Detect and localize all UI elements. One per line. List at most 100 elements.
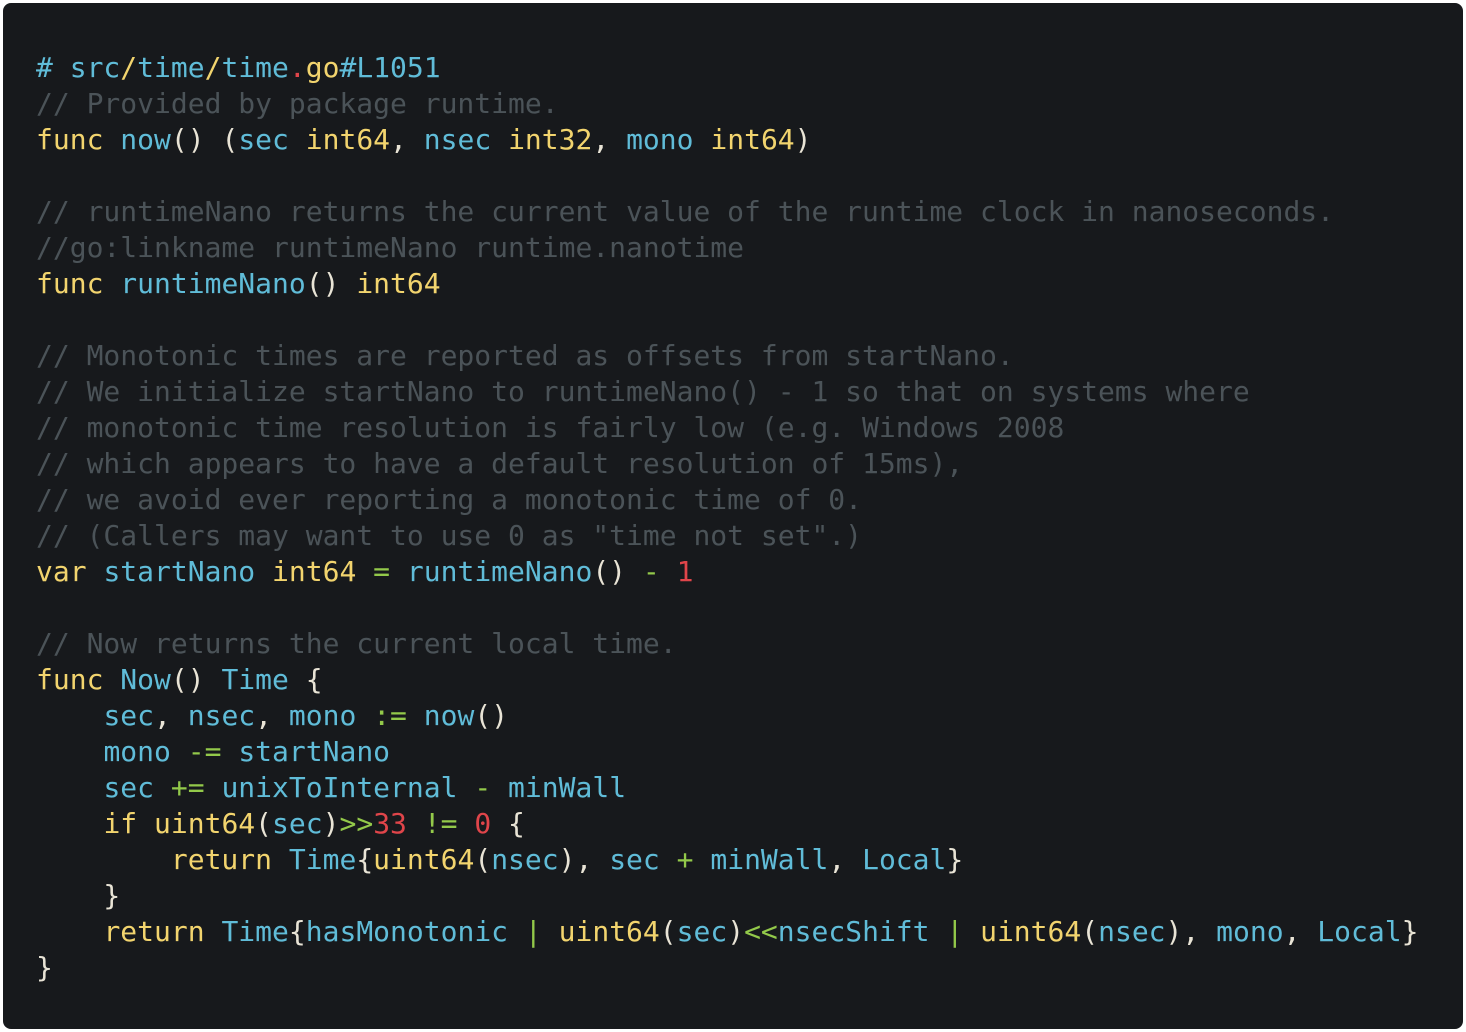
code-token-punct xyxy=(694,123,711,156)
code-token-ident: startNano xyxy=(238,735,391,768)
code-line: // which appears to have a default resol… xyxy=(36,446,1418,482)
code-line: } xyxy=(36,878,1418,914)
code-token-punct xyxy=(491,123,508,156)
code-token-punct xyxy=(221,735,238,768)
code-token-punct: } xyxy=(36,951,53,984)
code-token-keyword: func xyxy=(36,267,121,300)
code-token-punct xyxy=(205,771,222,804)
code-token-punct xyxy=(660,555,677,588)
code-token-punct xyxy=(542,915,559,948)
code-token-punct xyxy=(36,807,103,840)
code-token-type: uint64 xyxy=(154,807,256,840)
code-token-number: 1 xyxy=(676,555,694,588)
code-token-type: int64 xyxy=(305,123,391,156)
code-token-punct: , xyxy=(154,699,188,732)
code-token-ident: Local xyxy=(862,843,947,876)
code-token-punct xyxy=(255,555,272,588)
code-token-punct: ( xyxy=(1081,915,1099,948)
code-token-punct: () xyxy=(305,267,357,300)
code-token-ident: #L1051 xyxy=(339,51,441,84)
code-line: # src/time/time.go#L1051 xyxy=(36,50,1418,86)
code-line: return Time{uint64(nsec), sec + minWall,… xyxy=(36,842,1418,878)
code-token-punct: , xyxy=(390,123,424,156)
code-token-operator: := xyxy=(373,699,407,732)
code-line: //go:linkname runtimeNano runtime.nanoti… xyxy=(36,230,1418,266)
code-token-operator: | xyxy=(946,915,964,948)
code-token-ident: mono xyxy=(626,123,694,156)
code-token-punct: } xyxy=(946,843,964,876)
code-token-ident: sec xyxy=(676,915,728,948)
code-token-punct: () xyxy=(474,699,509,732)
code-token-punct xyxy=(356,555,373,588)
code-line: if uint64(sec)>>33 != 0 { xyxy=(36,806,1418,842)
code-token-punct xyxy=(407,807,424,840)
code-token-ident: runtimeNano xyxy=(406,555,593,588)
code-token-ident: now xyxy=(423,699,475,732)
code-line: // monotonic time resolution is fairly l… xyxy=(36,410,1418,446)
code-line: // Provided by package runtime. xyxy=(36,86,1418,122)
code-token-punct xyxy=(36,735,103,768)
code-line: } xyxy=(36,950,1418,986)
code-token-hash: # xyxy=(36,51,70,84)
code-token-comment: // runtimeNano returns the current value… xyxy=(36,195,1335,228)
code-token-comment: // Monotonic times are reported as offse… xyxy=(36,339,1014,372)
code-line: // Now returns the current local time. xyxy=(36,626,1418,662)
code-token-ident: mono xyxy=(103,735,171,768)
code-token-keyword: if xyxy=(103,807,155,840)
code-token-operator: << xyxy=(744,915,778,948)
code-token-keyword: var xyxy=(36,555,104,588)
code-token-ident: nsec xyxy=(1098,915,1166,948)
code-token-punct xyxy=(660,843,677,876)
code-token-punct: ), xyxy=(1165,915,1217,948)
code-token-dot: . xyxy=(288,51,306,84)
code-line: // we avoid ever reporting a monotonic t… xyxy=(36,482,1418,518)
code-token-punct xyxy=(457,807,474,840)
code-line: // (Callers may want to use 0 as "time n… xyxy=(36,518,1418,554)
code-token-path: / xyxy=(120,51,138,84)
code-token-ident: startNano xyxy=(103,555,256,588)
code-line: func Now() Time { xyxy=(36,662,1418,698)
code-token-ident: nsecShift xyxy=(777,915,930,948)
code-token-operator: -= xyxy=(187,735,222,768)
code-token-ident: Now xyxy=(120,663,171,696)
code-token-operator: - xyxy=(474,771,492,804)
code-token-punct xyxy=(36,915,103,948)
code-line: func runtimeNano() int64 xyxy=(36,266,1418,302)
code-token-ident: nsec xyxy=(187,699,256,732)
code-window: # src/time/time.go#L1051// Provided by p… xyxy=(3,3,1463,1029)
code-token-punct xyxy=(407,699,424,732)
code-token-ident: src xyxy=(69,51,121,84)
code-token-punct: { xyxy=(288,663,323,696)
code-token-type: int32 xyxy=(508,123,593,156)
code-token-operator: | xyxy=(524,915,542,948)
code-token-keyword: return xyxy=(170,843,289,876)
code-token-ident: sec xyxy=(103,699,155,732)
code-line: sec += unixToInternal - minWall xyxy=(36,770,1418,806)
code-token-punct xyxy=(457,771,474,804)
code-token-punct xyxy=(356,699,373,732)
code-token-punct: { xyxy=(356,843,374,876)
code-token-ident: sec xyxy=(272,807,323,840)
code-line: var startNano int64 = runtimeNano() - 1 xyxy=(36,554,1418,590)
code-token-ident: sec xyxy=(103,771,155,804)
code-token-number: 33 xyxy=(373,807,407,840)
code-token-operator: - xyxy=(642,555,660,588)
code-token-number: 0 xyxy=(474,807,492,840)
code-token-punct xyxy=(171,735,188,768)
code-line: // We initialize startNano to runtimeNan… xyxy=(36,374,1418,410)
code-token-ident: mono xyxy=(288,699,357,732)
code-token-ident: minWall xyxy=(508,771,627,804)
code-token-comment: // we avoid ever reporting a monotonic t… xyxy=(36,483,863,516)
code-token-comment: // Now returns the current local time. xyxy=(36,627,677,660)
code-token-type: uint64 xyxy=(980,915,1082,948)
code-token-punct xyxy=(694,843,711,876)
code-token-comment: // monotonic time resolution is fairly l… xyxy=(36,411,1065,444)
code-line: // runtimeNano returns the current value… xyxy=(36,194,1418,230)
code-token-operator: + xyxy=(676,843,694,876)
code-token-punct: ) xyxy=(727,915,745,948)
code-token-ident: runtimeNano xyxy=(120,267,306,300)
code-token-punct: () xyxy=(592,555,643,588)
code-token-punct: ( xyxy=(659,915,677,948)
code-token-ident: time xyxy=(221,51,289,84)
